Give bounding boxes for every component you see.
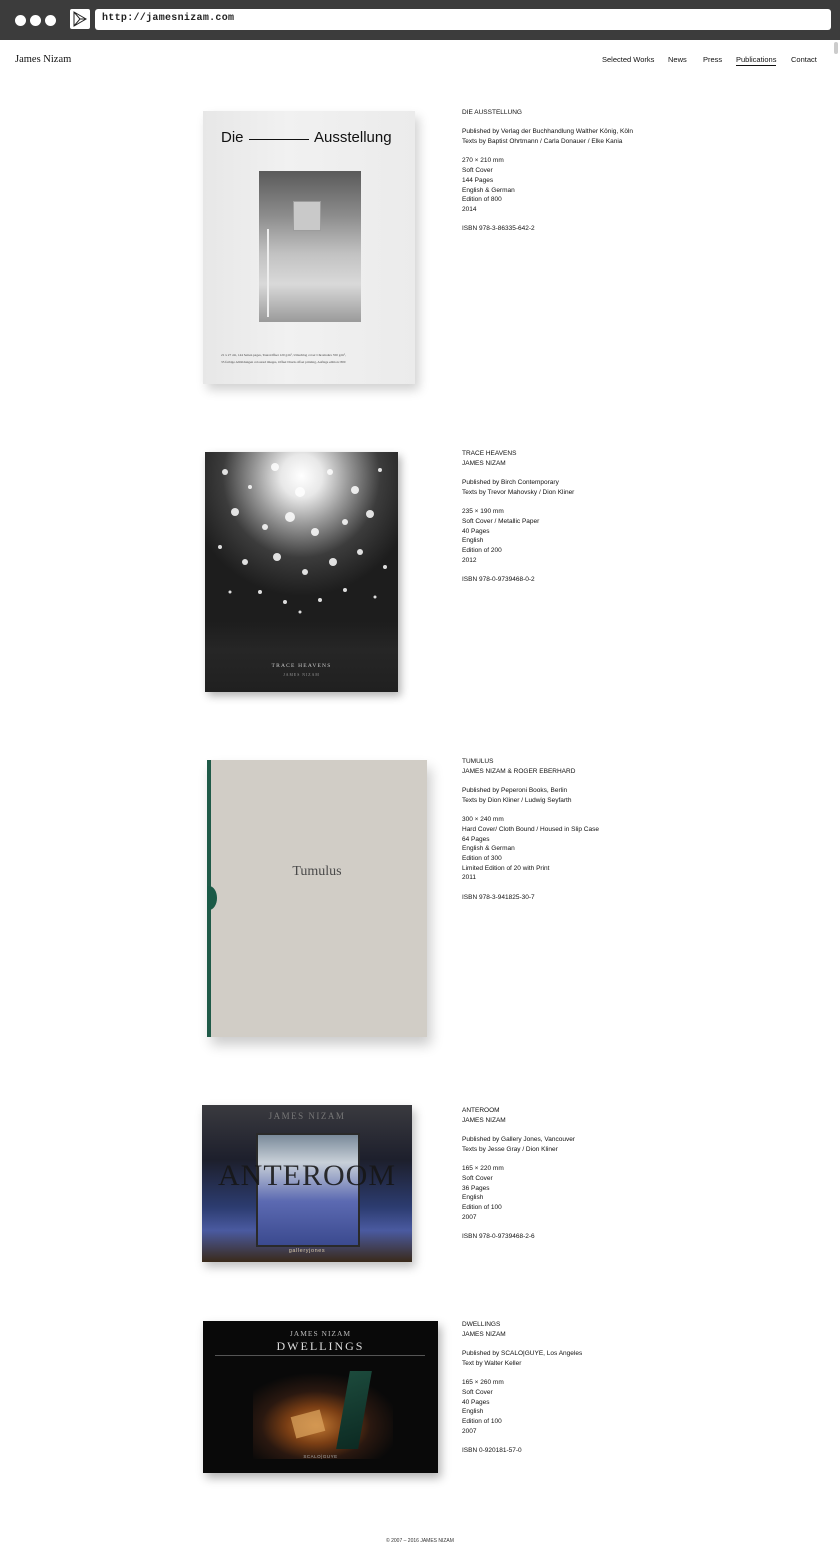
cover-colophon-1: 21 x 27 cm, 144 Seiten pages, TauroOffse… xyxy=(221,353,346,357)
window-close-dot[interactable] xyxy=(15,15,26,26)
spec-edition: Edition of 100 xyxy=(462,1418,502,1425)
publication-isbn: ISBN 978-3-941825-30-7 xyxy=(462,893,535,901)
spec-language: English & German xyxy=(462,845,515,853)
cover-author: JAMES NIZAM xyxy=(283,673,320,677)
publication-isbn: ISBN 978-3-86335-642-2 xyxy=(462,225,535,233)
spec-year: 2011 xyxy=(462,874,476,882)
publication-info-tumulus: TUMULUS JAMES NIZAM & ROGER EBERHARD Pub… xyxy=(462,757,599,903)
spec-year: 2014 xyxy=(462,206,477,213)
spec-language: English xyxy=(462,537,484,545)
browser-chrome: http://jamesnizam.com xyxy=(0,0,840,40)
cover-title: ANTEROOM xyxy=(218,1159,396,1192)
spec-limited-edition: Limited Edition of 20 with Print xyxy=(462,864,550,872)
publication-texts: Texts by Trevor Mahovsky / Dion Kliner xyxy=(462,488,575,496)
publication-info-die-ausstellung: DIE AUSSTELLUNG Published by Verlag der … xyxy=(462,108,633,234)
cover-publisher: SCALO|GUYE xyxy=(303,1454,338,1459)
spec-pages: 40 Pages xyxy=(462,1398,490,1406)
cover-colophon-2: 35 farbige Abbildungen coloured images, … xyxy=(221,360,346,364)
cover-title: DWELLINGS xyxy=(276,1339,365,1353)
publication-publisher: Published by Verlag der Buchhandlung Wal… xyxy=(462,128,634,136)
book-cover-anteroom[interactable]: JAMES NIZAM ANTEROOM galleryjones xyxy=(202,1105,412,1262)
cover-publisher: galleryjones xyxy=(288,1248,326,1254)
spec-edition: Edition of 100 xyxy=(462,1204,502,1211)
nav-publications[interactable]: Publications xyxy=(736,55,777,66)
cover-author: JAMES NIZAM xyxy=(268,1111,346,1121)
spec-year: 2007 xyxy=(462,1427,477,1435)
spec-edition: Edition of 300 xyxy=(462,855,502,862)
address-bar[interactable]: http://jamesnizam.com xyxy=(95,9,831,30)
book-cover-trace-heavens[interactable]: TRACE HEAVENS JAMES NIZAM xyxy=(205,452,398,692)
publication-isbn: ISBN 978-0-9739468-2-6 xyxy=(462,1233,535,1241)
spec-binding: Hard Cover/ Cloth Bound / Housed in Slip… xyxy=(462,825,599,833)
publication-texts: Text by Walter Keller xyxy=(462,1359,522,1367)
window-minimize-dot[interactable] xyxy=(30,15,41,26)
spec-size: 300 × 240 mm xyxy=(462,816,504,824)
spec-binding: Soft Cover xyxy=(462,1388,493,1396)
cover-rule xyxy=(215,1355,425,1356)
publication-author: JAMES NIZAM xyxy=(462,1116,506,1124)
cover-title-rule xyxy=(249,139,309,140)
publication-info-trace-heavens: TRACE HEAVENS JAMES NIZAM Published by B… xyxy=(462,449,574,585)
publication-info-dwellings: DWELLINGS JAMES NIZAM Published by SCALO… xyxy=(462,1320,582,1456)
spec-year: 2012 xyxy=(462,556,477,564)
publication-title: DWELLINGS xyxy=(462,1321,501,1328)
spec-edition: Edition of 200 xyxy=(462,547,502,554)
publication-author: JAMES NIZAM & ROGER EBERHARD xyxy=(462,767,576,775)
cover-title: Tumulus xyxy=(292,864,342,879)
publication-info-anteroom: ANTEROOM JAMES NIZAM Published by Galler… xyxy=(462,1106,575,1242)
spec-year: 2007 xyxy=(462,1213,477,1221)
spec-pages: 64 Pages xyxy=(462,835,490,843)
publication-title: TRACE HEAVENS xyxy=(462,450,517,457)
spec-size: 235 × 190 mm xyxy=(462,508,504,516)
book-cover-dwellings[interactable]: JAMES NIZAM DWELLINGS SCALO|GUYE xyxy=(203,1321,438,1473)
footer-copyright: © 2007 – 2016 JAMES NIZAM xyxy=(386,1538,454,1544)
cover-author: JAMES NIZAM xyxy=(289,1329,352,1338)
nav-contact[interactable]: Contact xyxy=(791,55,817,64)
url-text: http://jamesnizam.com xyxy=(102,13,235,24)
publication-isbn: ISBN 0-920181-57-0 xyxy=(462,1447,522,1455)
spec-language: English xyxy=(462,1194,484,1202)
cover-photo xyxy=(253,1363,393,1459)
spec-size: 165 × 260 mm xyxy=(462,1379,504,1387)
publication-author: JAMES NIZAM xyxy=(462,1330,506,1338)
book-cover-tumulus[interactable]: Tumulus xyxy=(207,760,427,1037)
book-cover-die-ausstellung[interactable]: Die Ausstellung 21 x 27 cm, 144 Seiten p… xyxy=(203,111,415,384)
publication-publisher: Published by Gallery Jones, Vancouver xyxy=(462,1136,575,1144)
publication-publisher: Published by Peperoni Books, Berlin xyxy=(462,787,568,795)
cover-title-left: Die xyxy=(221,129,244,146)
nav-press[interactable]: Press xyxy=(703,55,722,64)
spec-size: 270 × 210 mm xyxy=(462,157,504,165)
slipcase-notch xyxy=(207,886,217,910)
publication-texts: Texts by Baptist Ohrtmann / Carla Donaue… xyxy=(462,138,623,146)
site-favicon-icon xyxy=(70,9,90,29)
publication-publisher: Published by SCALO|GUYE, Los Angeles xyxy=(462,1350,583,1358)
spec-binding: Soft Cover xyxy=(462,167,493,175)
publication-title: DIE AUSSTELLUNG xyxy=(462,109,522,116)
cover-photo xyxy=(259,171,361,322)
publication-texts: Texts by Dion Kliner / Ludwig Seyfarth xyxy=(462,796,572,804)
nav-news[interactable]: News xyxy=(668,55,687,64)
spec-binding: Soft Cover / Metallic Paper xyxy=(462,517,540,525)
publication-publisher: Published by Birch Contemporary xyxy=(462,479,559,487)
spec-pages: 144 Pages xyxy=(462,176,494,184)
spec-edition: Edition of 800 xyxy=(462,196,502,204)
publication-title: TUMULUS xyxy=(462,758,494,765)
cover-title-right: Ausstellung xyxy=(314,129,392,146)
site-logo[interactable]: James Nizam xyxy=(15,54,71,65)
window-maximize-dot[interactable] xyxy=(45,15,56,26)
scrollbar-thumb[interactable] xyxy=(834,42,838,54)
spec-pages: 36 Pages xyxy=(462,1184,490,1192)
spec-size: 165 × 220 mm xyxy=(462,1165,504,1173)
spec-binding: Soft Cover xyxy=(462,1174,493,1182)
spec-language: English xyxy=(462,1408,484,1416)
publication-title: ANTEROOM xyxy=(462,1107,500,1114)
cover-title: TRACE HEAVENS xyxy=(271,663,332,669)
spec-pages: 40 Pages xyxy=(462,527,490,535)
spec-language: English & German xyxy=(462,186,515,194)
publication-author: JAMES NIZAM xyxy=(462,459,506,467)
nav-selected-works[interactable]: Selected Works xyxy=(602,55,654,64)
publication-texts: Texts by Jesse Gray / Dion Kliner xyxy=(462,1145,558,1153)
publication-isbn: ISBN 978-0-9739468-0-2 xyxy=(462,576,535,584)
